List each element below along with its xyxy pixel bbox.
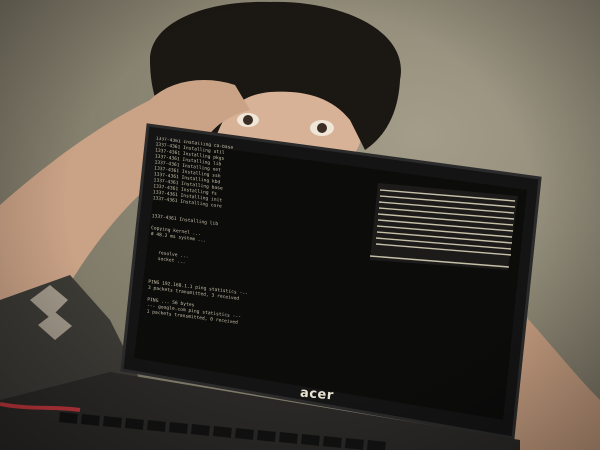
terminal-output: 1337-4361 Installing ca-base 1337-4361 In… (144, 137, 385, 384)
screen-right-pane (370, 183, 518, 270)
photo-scene: 1337-4361 Installing ca-base 1337-4361 In… (0, 0, 600, 450)
laptop-brand-logo: acer (299, 385, 335, 404)
